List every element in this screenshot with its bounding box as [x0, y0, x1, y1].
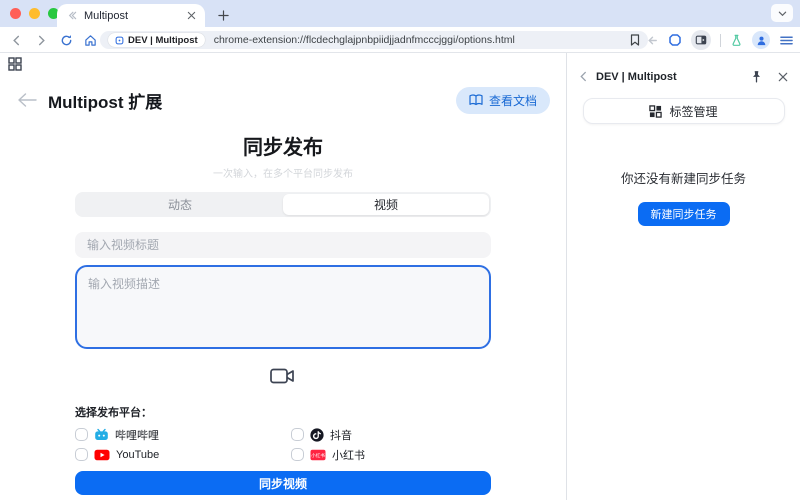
reload-button[interactable] [56, 27, 76, 53]
browser-toolbar: DEV | Multipost chrome-extension://flcde… [0, 27, 800, 53]
platform-item-bilibili: 哔哩哔哩 [75, 427, 291, 442]
pin-icon[interactable] [751, 70, 762, 83]
url-text[interactable]: chrome-extension://flcdechglajpnbpiidjja… [214, 34, 515, 46]
forward-button[interactable] [31, 27, 51, 53]
home-button[interactable] [80, 27, 100, 53]
video-camera-icon [269, 366, 297, 386]
browser-window: Multipost D [0, 0, 800, 500]
platforms-label: 选择发布平台： [75, 404, 491, 420]
youtube-checkbox[interactable] [75, 448, 88, 461]
video-description-textarea[interactable] [75, 265, 491, 349]
floating-grid-icon[interactable] [8, 57, 22, 76]
bookmark-icon[interactable] [630, 34, 640, 46]
profile-avatar[interactable] [752, 31, 770, 49]
extension-options-page: Multipost 扩展 查看文档 同步发布 一次输入，在多个平台同步发布 动态… [0, 53, 566, 500]
tag-manage-button[interactable]: 标签管理 [583, 98, 785, 124]
tag-manage-label: 标签管理 [669, 103, 717, 120]
xiaohongshu-icon: 小红书 [310, 449, 326, 461]
extension-badge-icon [115, 36, 124, 45]
platform-item-douyin: 抖音 [291, 427, 491, 442]
platform-name: 小红书 [332, 447, 365, 463]
youtube-icon [94, 449, 110, 461]
address-bar[interactable]: DEV | Multipost chrome-extension://flcde… [100, 31, 648, 49]
side-panel-title: DEV | Multipost [596, 71, 677, 83]
video-title-input[interactable] [75, 232, 491, 258]
side-panel-collapse-icon[interactable] [579, 71, 588, 82]
new-tab-button[interactable] [213, 5, 233, 25]
douyin-checkbox[interactable] [291, 428, 304, 441]
platform-name: 抖音 [330, 427, 352, 443]
side-panel-back-icon[interactable] [646, 34, 659, 47]
platform-list: 哔哩哔哩 抖音 YouTube [75, 427, 491, 462]
empty-tasks-text: 你还没有新建同步任务 [621, 168, 746, 187]
browser-tab[interactable]: Multipost [57, 4, 205, 27]
page-title: Multipost 扩展 [48, 88, 162, 113]
platform-item-youtube: YouTube [75, 447, 291, 462]
sync-video-button[interactable]: 同步视频 [75, 471, 491, 495]
xiaohongshu-checkbox[interactable] [291, 448, 304, 461]
tab-favicon-icon [66, 10, 77, 21]
experiments-flask-icon[interactable] [730, 34, 743, 47]
window-close-button[interactable] [10, 8, 21, 19]
bilibili-icon [94, 428, 109, 442]
section-subtitle: 一次输入，在多个平台同步发布 [75, 165, 491, 180]
browser-side-panel: DEV | Multipost 标签管理 你还没有新建同步任务 新建同步任务 [566, 53, 800, 500]
douyin-icon [310, 428, 324, 442]
tab-strip: Multipost [0, 0, 800, 27]
section-title: 同步发布 [75, 131, 491, 160]
side-panel-close-icon[interactable] [778, 72, 788, 82]
extension-pin-icon[interactable] [668, 33, 682, 47]
menu-icon[interactable] [779, 34, 794, 47]
platform-name: 哔哩哔哩 [115, 427, 159, 443]
toolbar-divider [720, 34, 721, 47]
view-docs-button[interactable]: 查看文档 [456, 87, 550, 114]
tab-dynamic[interactable]: 动态 [77, 194, 283, 215]
grid-icon [649, 105, 662, 118]
view-docs-label: 查看文档 [489, 92, 537, 109]
window-minimize-button[interactable] [29, 8, 40, 19]
side-panel-toggle-icon[interactable] [691, 30, 711, 50]
platform-item-xiaohongshu: 小红书 小红书 [291, 447, 491, 462]
site-chip-label: DEV | Multipost [128, 35, 198, 46]
new-sync-task-button[interactable]: 新建同步任务 [638, 202, 730, 226]
site-info-chip[interactable]: DEV | Multipost [108, 33, 205, 47]
tab-close-icon[interactable] [187, 11, 196, 20]
content-type-tabs: 动态 视频 [75, 192, 491, 217]
page-back-button[interactable] [16, 91, 38, 109]
tab-title: Multipost [84, 10, 128, 22]
window-controls [10, 8, 59, 19]
video-upload-area[interactable] [75, 359, 491, 393]
platform-name: YouTube [116, 449, 159, 461]
bilibili-checkbox[interactable] [75, 428, 88, 441]
tab-search-chevron-button[interactable] [771, 4, 793, 22]
svg-text:小红书: 小红书 [311, 451, 325, 458]
tab-video[interactable]: 视频 [283, 194, 489, 215]
back-button[interactable] [6, 27, 26, 53]
book-icon [469, 94, 483, 106]
